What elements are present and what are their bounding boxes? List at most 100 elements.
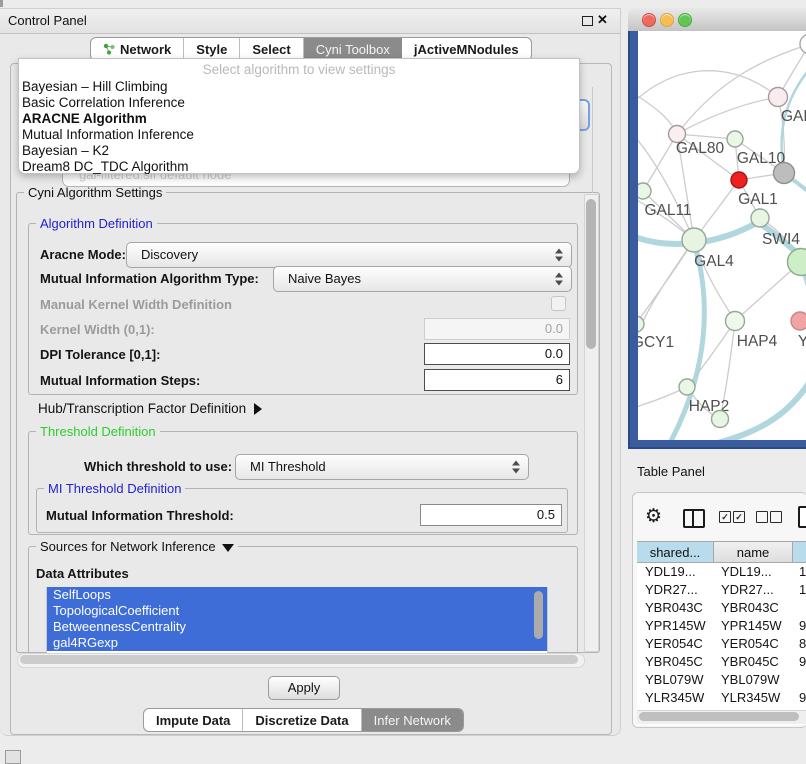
- network-view-window: GALGAL80GAL10GAL1GAL11SWI4GAL4GCY1HAP4YH…: [628, 8, 806, 449]
- zoom-traffic-light[interactable]: [678, 13, 692, 27]
- table-cell: 12: [791, 581, 806, 599]
- network-edge[interactable]: [643, 134, 677, 191]
- node-bottom[interactable]: [712, 411, 729, 428]
- node-swi4[interactable]: [751, 209, 769, 227]
- table-hscroll-thumb[interactable]: [639, 712, 799, 721]
- table-cell: 13: [791, 563, 806, 581]
- hub-definition-toggle[interactable]: Hub/Transcription Factor Definition: [38, 401, 262, 416]
- tab-network[interactable]: Network: [91, 38, 184, 60]
- attribute-item-gal4rgexp[interactable]: gal4RGexp: [47, 635, 547, 651]
- tab-discretize-data[interactable]: Discretize Data: [243, 709, 361, 731]
- network-window-titlebar[interactable]: [628, 8, 806, 32]
- algorithm-option-basic-correlation-inference[interactable]: Basic Correlation Inference: [19, 95, 579, 111]
- split-pane-icon[interactable]: [683, 509, 705, 528]
- node-gal4[interactable]: [682, 228, 706, 252]
- node-salmon[interactable]: [791, 312, 806, 330]
- aracne-mode-label: Aracne Mode:: [40, 247, 126, 262]
- sources-title: Sources for Network Inference: [40, 539, 216, 554]
- attribute-item-topologicalcoefficient[interactable]: TopologicalCoefficient: [47, 603, 547, 619]
- chevron-down-icon: [222, 544, 234, 552]
- node-partial-top[interactable]: [800, 34, 806, 54]
- table-row[interactable]: YLR345WYLR345W9.: [637, 689, 806, 707]
- network-canvas[interactable]: GALGAL80GAL10GAL1GAL11SWI4GAL4GCY1HAP4YH…: [638, 31, 806, 440]
- apply-button[interactable]: Apply: [268, 676, 340, 700]
- column-header-a[interactable]: A: [793, 541, 806, 563]
- mi-threshold-label: Mutual Information Threshold:: [46, 508, 234, 523]
- node-label-gal1: GAL1: [738, 191, 778, 208]
- node-hap4[interactable]: [726, 312, 745, 331]
- node-pale-pink-top[interactable]: [769, 88, 788, 107]
- algorithm-option-mutual-information-inference[interactable]: Mutual Information Inference: [19, 127, 579, 143]
- window-corner-artifact: [0, 0, 3, 7]
- mi-type-value: Naive Bayes: [288, 271, 361, 286]
- float-panel-icon[interactable]: [582, 16, 593, 26]
- column-header-shared[interactable]: shared...: [637, 541, 714, 563]
- node-gal1-red[interactable]: [731, 172, 747, 188]
- unchecked-checkbox-icon[interactable]: [756, 511, 768, 523]
- threshold-definition-title: Threshold Definition: [36, 424, 160, 439]
- table-row[interactable]: YBL079WYBL079W: [637, 671, 806, 689]
- table-cell: 9.: [791, 653, 806, 671]
- attribute-item-betweennesscentrality[interactable]: BetweennessCentrality: [47, 619, 547, 635]
- table-cell: YDR27...: [637, 581, 713, 599]
- checked-checkbox-icon[interactable]: ✓: [733, 511, 745, 523]
- node-label-swi4: SWI4: [762, 231, 800, 248]
- close-icon[interactable]: ✕: [597, 12, 608, 28]
- kernel-width-field[interactable]: 0.0: [424, 318, 570, 340]
- mi-type-combo[interactable]: Naive Bayes: [273, 266, 572, 292]
- tab-label: Discretize Data: [255, 713, 348, 728]
- mi-threshold-field[interactable]: 0.5: [420, 504, 562, 526]
- algorithm-definition-title: Algorithm Definition: [36, 216, 157, 231]
- node-gal11[interactable]: [638, 183, 651, 199]
- manual-kernel-checkbox[interactable]: [551, 296, 566, 311]
- table-row[interactable]: YBR043CYBR043C: [637, 599, 806, 617]
- table-row[interactable]: YPR145WYPR145W9.: [637, 617, 806, 635]
- tab-label: jActiveMNodules: [414, 42, 519, 57]
- close-traffic-light[interactable]: [642, 13, 656, 27]
- document-icon[interactable]: [798, 506, 806, 528]
- network-icon: [103, 43, 115, 55]
- table-row[interactable]: YBR045CYBR045C9.: [637, 653, 806, 671]
- node-gcy1[interactable]: [638, 316, 644, 332]
- aracne-mode-combo[interactable]: Discovery: [126, 242, 572, 268]
- tab-infer-network[interactable]: Infer Network: [362, 709, 463, 731]
- combo-stepper-icon: [512, 461, 521, 474]
- node-table: shared...nameA YDL19...YDL19...13YDR27..…: [637, 541, 806, 757]
- table-row[interactable]: YDR27...YDR27...12: [637, 581, 806, 599]
- algorithm-option-dream8-dc-tdc-algorithm[interactable]: Dream8 DC_TDC Algorithm: [19, 159, 579, 175]
- node-hap2[interactable]: [679, 379, 695, 395]
- tab-jactivemnodules[interactable]: jActiveMNodules: [402, 38, 531, 60]
- node-gal10[interactable]: [727, 131, 743, 147]
- tab-cyni-toolbox[interactable]: Cyni Toolbox: [304, 38, 402, 60]
- unchecked-checkbox-icon[interactable]: [770, 511, 782, 523]
- column-header-name[interactable]: name: [714, 541, 793, 563]
- table-panel: ⚙ ✓ ✓ shared...nameA YDL19...YDL19...13Y…: [632, 492, 806, 728]
- node-gray[interactable]: [774, 163, 795, 184]
- algorithm-option-aracne-algorithm[interactable]: ARACNE Algorithm: [19, 111, 579, 127]
- tab-style[interactable]: Style: [184, 38, 240, 60]
- sources-toggle[interactable]: Sources for Network Inference: [36, 539, 238, 554]
- table-row[interactable]: YER054CYER054C8.: [637, 635, 806, 653]
- settings-vscroll-thumb[interactable]: [586, 199, 596, 349]
- manual-kernel-label: Manual Kernel Width Definition: [40, 297, 232, 312]
- algorithm-option-bayesian-k2[interactable]: Bayesian – K2: [19, 143, 579, 159]
- checked-checkbox-icon[interactable]: ✓: [719, 511, 731, 523]
- settings-hscroll-thumb[interactable]: [20, 655, 578, 664]
- tab-impute-data[interactable]: Impute Data: [144, 709, 243, 731]
- table-cell: YDR27...: [713, 581, 791, 599]
- tab-select[interactable]: Select: [240, 38, 303, 60]
- hidden-groupbox-edge: [592, 87, 593, 193]
- which-threshold-combo[interactable]: MI Threshold: [235, 454, 529, 480]
- kernel-width-label: Kernel Width (0,1):: [40, 322, 155, 337]
- table-row[interactable]: YDL19...YDL19...13: [637, 563, 806, 581]
- gear-icon[interactable]: ⚙: [645, 505, 662, 527]
- attribute-item-selfloops[interactable]: SelfLoops: [47, 587, 547, 603]
- minimize-traffic-light[interactable]: [660, 13, 674, 27]
- table-cell: YBR045C: [637, 653, 713, 671]
- tab-label: Infer Network: [374, 713, 451, 728]
- mi-steps-field[interactable]: 6: [424, 369, 570, 391]
- table-header-row: shared...nameA: [637, 541, 806, 563]
- attributes-list-scrollbar[interactable]: [534, 591, 543, 639]
- dpi-tolerance-field[interactable]: 0.0: [424, 343, 570, 365]
- algorithm-option-bayesian-hill-climbing[interactable]: Bayesian – Hill Climbing: [19, 79, 579, 95]
